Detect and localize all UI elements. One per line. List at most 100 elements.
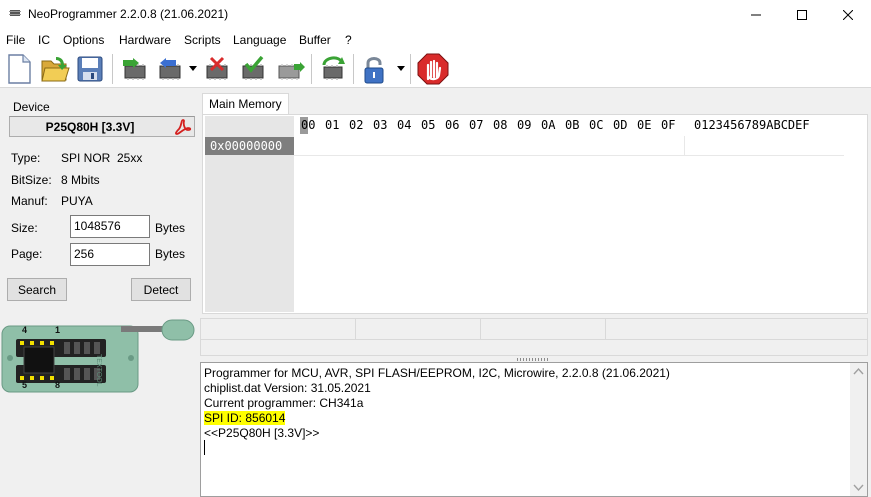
maximize-icon — [797, 10, 807, 20]
log-line: Programmer for MCU, AVR, SPI FLASH/EEPRO… — [204, 366, 670, 380]
open-button[interactable] — [38, 52, 72, 86]
device-name: P25Q80H [3.3V] — [45, 120, 135, 134]
hex-col-04: 04 — [397, 118, 412, 132]
minimize-button[interactable] — [733, 0, 779, 30]
protect-lock-icon — [364, 57, 384, 84]
hex-col-06: 06 — [445, 118, 460, 132]
manuf-label: Manuf: — [11, 194, 48, 208]
pdf-datasheet-icon[interactable] — [174, 118, 192, 136]
hex-address-column — [205, 136, 294, 312]
stop-icon — [417, 53, 449, 85]
close-icon — [843, 10, 853, 20]
device-name-box[interactable]: P25Q80H [3.3V] — [9, 116, 195, 137]
hex-ascii-divider — [684, 136, 685, 156]
hex-col-0f: 0F — [661, 118, 676, 132]
socket-pin-4: 4 — [22, 325, 28, 335]
menu-language[interactable]: Language — [233, 33, 286, 47]
verify-button[interactable] — [236, 52, 270, 86]
menu-ic[interactable]: IC — [38, 33, 50, 47]
socket-brand: TEXTOOL — [95, 354, 102, 387]
toolbar — [0, 50, 871, 88]
menu-hardware[interactable]: Hardware — [119, 33, 171, 47]
device-group-label: Device — [13, 100, 50, 114]
log-line: <<P25Q80H [3.3V]>> — [204, 426, 320, 440]
size-field[interactable]: 1048576 — [70, 215, 150, 238]
open-folder-icon — [41, 57, 70, 82]
window-title: NeoProgrammer 2.2.0.8 (21.06.2021) — [28, 7, 229, 21]
device-panel: Device P25Q80H [3.3V] Type: SPI NOR 25xx… — [0, 92, 199, 497]
hex-row-address: 0x00000000 — [205, 137, 294, 155]
hex-col-00: 00 — [301, 118, 316, 132]
log-line: Current programmer: CH341a — [204, 396, 364, 410]
read-button[interactable] — [117, 52, 151, 86]
hex-col-0e: 0E — [637, 118, 652, 132]
new-file-button[interactable] — [2, 52, 36, 86]
auto-button[interactable] — [316, 52, 350, 86]
log-line-spi-id: SPI ID: 856014 — [204, 411, 286, 425]
hex-row-divider — [294, 155, 844, 156]
menu-file[interactable]: File — [6, 33, 25, 47]
new-file-icon — [8, 54, 31, 84]
hex-ascii-header: 0123456789ABCDEF — [694, 118, 810, 132]
search-button[interactable]: Search — [7, 278, 67, 301]
hex-col-0b: 0B — [565, 118, 580, 132]
socket-pin-5: 5 — [22, 380, 28, 390]
menu-scripts[interactable]: Scripts — [184, 33, 221, 47]
hex-col-07: 07 — [469, 118, 484, 132]
hex-col-08: 08 — [493, 118, 508, 132]
write-chip-icon — [159, 58, 181, 80]
close-button[interactable] — [825, 0, 871, 30]
blank-check-icon — [278, 62, 305, 80]
maximize-button[interactable] — [779, 0, 825, 30]
page-label: Page: — [11, 247, 43, 261]
blank-check-button[interactable] — [274, 52, 308, 86]
size-unit: Bytes — [155, 221, 186, 235]
menu-help[interactable]: ? — [345, 33, 352, 47]
bitsize-value: 8 Mbits — [61, 173, 100, 187]
erase-button[interactable] — [200, 52, 234, 86]
socket-pin-8: 8 — [55, 380, 61, 390]
write-dropdown-icon[interactable] — [189, 66, 197, 72]
hex-col-03: 03 — [373, 118, 388, 132]
bitsize-label: BitSize: — [11, 173, 52, 187]
socket-pin-1: 1 — [55, 325, 61, 335]
hex-editor[interactable]: 00 01 02 03 04 05 06 07 08 09 0A 0B 0C 0… — [202, 114, 868, 314]
write-button[interactable] — [152, 52, 186, 86]
log-scrollbar[interactable] — [850, 363, 867, 496]
hex-col-0a: 0A — [541, 118, 556, 132]
text-caret — [204, 440, 205, 455]
type-value: SPI NOR 25xx — [61, 151, 143, 165]
protect-button[interactable] — [358, 52, 392, 86]
detect-button[interactable]: Detect — [131, 278, 191, 301]
type-label: Type: — [11, 151, 41, 165]
title-bar[interactable]: NeoProgrammer 2.2.0.8 (21.06.2021) — [0, 0, 871, 30]
scroll-up-icon[interactable] — [850, 365, 867, 379]
menu-options[interactable]: Options — [63, 33, 104, 47]
auto-icon — [322, 56, 345, 80]
page-unit: Bytes — [155, 247, 186, 261]
tab-main-memory[interactable]: Main Memory — [202, 93, 289, 114]
splitter-grip[interactable] — [517, 358, 549, 361]
log-output[interactable]: Programmer for MCU, AVR, SPI FLASH/EEPRO… — [200, 362, 868, 497]
protect-dropdown-icon[interactable] — [397, 66, 405, 72]
stop-button[interactable] — [416, 52, 450, 86]
menu-bar: File IC Options Hardware Scripts Languag… — [0, 30, 871, 50]
verify-chip-icon — [242, 56, 264, 80]
minimize-icon — [751, 14, 761, 16]
erase-chip-icon — [206, 56, 228, 80]
save-icon — [77, 56, 103, 82]
hex-col-01: 01 — [325, 118, 340, 132]
hex-col-02: 02 — [349, 118, 364, 132]
scroll-down-icon[interactable] — [850, 480, 867, 494]
save-button[interactable] — [73, 52, 107, 86]
manuf-value: PUYA — [61, 194, 93, 208]
progress-bar — [200, 340, 868, 356]
hex-col-0c: 0C — [589, 118, 604, 132]
status-bar — [200, 318, 868, 340]
hex-col-09: 09 — [517, 118, 532, 132]
textool-socket-image: 4 1 5 8 TEXTOOL — [0, 318, 199, 398]
log-line: chiplist.dat Version: 31.05.2021 — [204, 381, 371, 395]
menu-buffer[interactable]: Buffer — [299, 33, 331, 47]
hex-col-05: 05 — [421, 118, 436, 132]
page-field[interactable]: 256 — [70, 243, 150, 266]
